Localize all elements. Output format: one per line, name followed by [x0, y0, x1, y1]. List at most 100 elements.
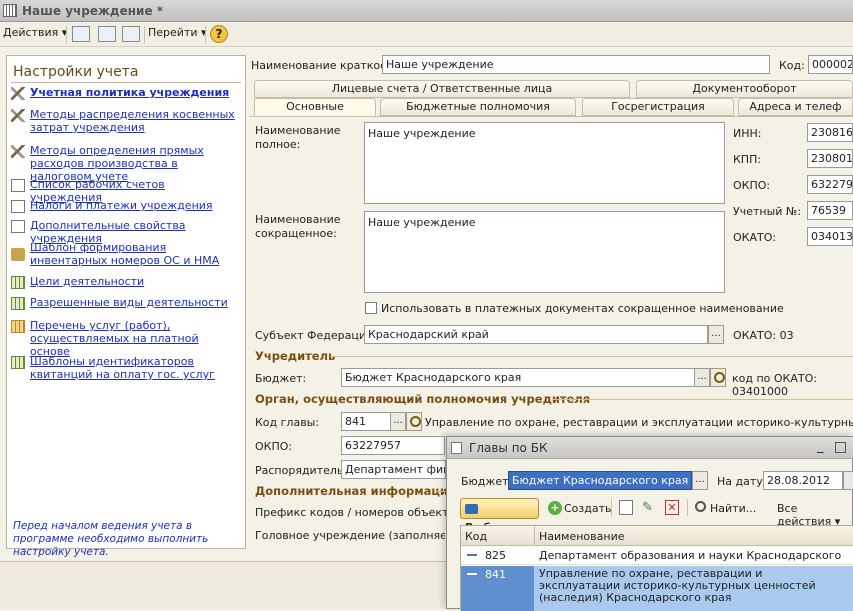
minimize-icon[interactable]: _ [817, 439, 824, 454]
settings-link-additional-properties[interactable]: Дополнительные свойства учреждения [11, 219, 243, 245]
short-name-field[interactable]: Наше учреждение [382, 55, 770, 74]
subject-field[interactable]: Краснодарский край [364, 325, 708, 344]
settings-link-goals[interactable]: Цели деятельности [11, 275, 243, 290]
document-icon [11, 220, 25, 233]
settings-link-accounting-policy[interactable]: Учетная политика учреждения [11, 86, 243, 101]
tab-document-flow[interactable]: Документооборот [636, 80, 853, 98]
tab-accounts-responsible[interactable]: Лицевые счета / Ответственные лица [254, 80, 630, 98]
toolbar-separator [144, 26, 145, 43]
popup-budget-select-button[interactable]: ... [692, 471, 708, 490]
full-name-label: Наименование полное: [255, 124, 341, 151]
panel-title: Настройки учета [13, 64, 139, 80]
settings-link-direct-expenses[interactable]: Методы определения прямых расходов произ… [11, 144, 243, 183]
row-name: Управление по охране, реставрации и эксп… [539, 567, 816, 604]
popup-title: Главы по БК [469, 441, 548, 455]
column-header-code[interactable]: Код [465, 530, 487, 543]
toolbar-separator [66, 26, 67, 43]
budget-select-button[interactable]: ... [694, 368, 710, 387]
column-header-name[interactable]: Наименование [539, 530, 624, 543]
copy-icon[interactable] [619, 500, 633, 515]
table-header: Код Наименование [461, 526, 853, 546]
tab-registration[interactable]: Госрегистрация [582, 98, 734, 116]
full-name-field[interactable]: Наше учреждение [364, 122, 725, 204]
document-icon [11, 179, 25, 192]
window-icon [451, 442, 462, 454]
settings-link-activities[interactable]: Разрешенные виды деятельности [11, 296, 243, 311]
create-button[interactable]: Создать [564, 502, 612, 515]
help-icon[interactable]: ? [210, 25, 228, 43]
window-title: Наше учреждение * [22, 4, 164, 18]
search-icon[interactable] [710, 368, 726, 387]
kpp-field[interactable]: 23080100 [807, 149, 853, 168]
head-code-label: Код главы: [255, 416, 320, 429]
find-button[interactable]: Найти... [710, 502, 756, 515]
calendar-icon[interactable] [843, 471, 853, 490]
table-row[interactable]: 825 Департамент образования и науки Крас… [461, 547, 853, 575]
plus-icon[interactable]: + [548, 501, 562, 515]
back-icon[interactable] [72, 26, 90, 42]
code-field[interactable]: 000002 [808, 55, 853, 74]
edit-icon[interactable]: ✎ [642, 500, 656, 515]
okpo-label: ОКПО: [733, 179, 771, 192]
settings-link-receipt-templates[interactable]: Шаблоны идентификаторов квитанций на опл… [11, 355, 243, 383]
actions-menu[interactable]: Действия ▾ [3, 26, 67, 39]
head-code-description: Управление по охране, реставрации и эксп… [425, 416, 853, 429]
tab-budget-powers[interactable]: Бюджетные полномочия [380, 98, 576, 116]
use-short-name-checkbox[interactable] [365, 302, 377, 314]
okato-field[interactable]: 03401364 [807, 227, 853, 246]
tools-icon [11, 109, 25, 122]
heads-by-bk-window: Главы по БК _ Бюджет: Бюджет Краснодарск… [446, 436, 853, 611]
new-doc-icon[interactable] [122, 26, 140, 42]
abbr-name-field[interactable]: Наше учреждение [364, 211, 725, 293]
toolbar: Действия ▾ Перейти ▾ ? [0, 22, 853, 47]
table-row-selected[interactable]: 841 Управление по охране, реставрации и … [461, 566, 853, 611]
inn-label: ИНН: [733, 127, 762, 140]
authority-section-title: Орган, осуществляющий полномочия учредит… [255, 392, 591, 406]
tab-divider [250, 116, 853, 117]
goto-menu[interactable]: Перейти ▾ [148, 26, 207, 39]
tools-icon [11, 87, 25, 100]
grid-icon [11, 297, 25, 310]
head-code-field[interactable]: 841 [341, 412, 391, 431]
budget-label: Бюджет: [255, 372, 307, 385]
okpo2-field[interactable]: 63227957 [341, 436, 445, 455]
okpo2-label: ОКПО: [255, 440, 293, 453]
settings-link-taxes[interactable]: Налоги и платежи учреждения [11, 199, 243, 214]
head-code-select-button[interactable]: ... [390, 412, 406, 431]
kpp-label: КПП: [733, 153, 762, 166]
acct-number-field[interactable]: 76539 [807, 201, 853, 220]
manager-field[interactable]: Департамент финансов [341, 460, 446, 479]
accounting-settings-panel: Настройки учета Учетная политика учрежде… [6, 55, 246, 558]
find-icon[interactable] [695, 501, 706, 512]
settings-link-paid-services[interactable]: Перечень услуг (работ), осуществляемых н… [11, 319, 243, 358]
tab-main[interactable]: Основные [254, 98, 376, 116]
search-icon[interactable] [406, 412, 422, 431]
subject-select-button[interactable]: ... [708, 325, 724, 344]
abbr-name-label: Наименование сокращенное: [255, 213, 341, 240]
delete-icon[interactable]: ✕ [665, 500, 679, 515]
subject-okato: ОКАТО: 03 [733, 329, 794, 342]
row-marker-icon [467, 554, 477, 556]
settings-link-accounts-list[interactable]: Список рабочих счетов учреждения [11, 178, 243, 204]
budget-field[interactable]: Бюджет Краснодарского края [341, 368, 695, 387]
tools-icon [11, 145, 25, 158]
select-button[interactable]: Выбрать [460, 498, 539, 534]
popup-title-bar: Главы по БК _ [447, 437, 853, 459]
popup-budget-field[interactable]: Бюджет Краснодарского края [508, 471, 692, 490]
inn-field[interactable]: 23081602 [807, 123, 853, 142]
date-label: На дату: [717, 475, 767, 488]
divider [11, 82, 241, 83]
budget-okato: код по ОКАТО: 03401000 [732, 372, 817, 398]
toolbar-separator [687, 499, 688, 516]
okpo-field[interactable]: 63227957 [807, 175, 853, 194]
select-icon [465, 504, 478, 514]
settings-link-indirect-costs[interactable]: Методы распределения косвенных затрат уч… [11, 108, 243, 136]
founder-section-title: Учредитель [255, 349, 336, 363]
image-icon[interactable] [98, 26, 116, 42]
acct-number-label: Учетный №: [733, 205, 802, 218]
app-icon [3, 4, 17, 17]
date-field[interactable]: 28.08.2012 [763, 471, 843, 490]
maximize-icon[interactable] [835, 442, 846, 453]
settings-link-inventory-template[interactable]: Шаблон формирования инвентарных номеров … [11, 241, 243, 269]
tab-addresses[interactable]: Адреса и телеф [738, 98, 853, 116]
